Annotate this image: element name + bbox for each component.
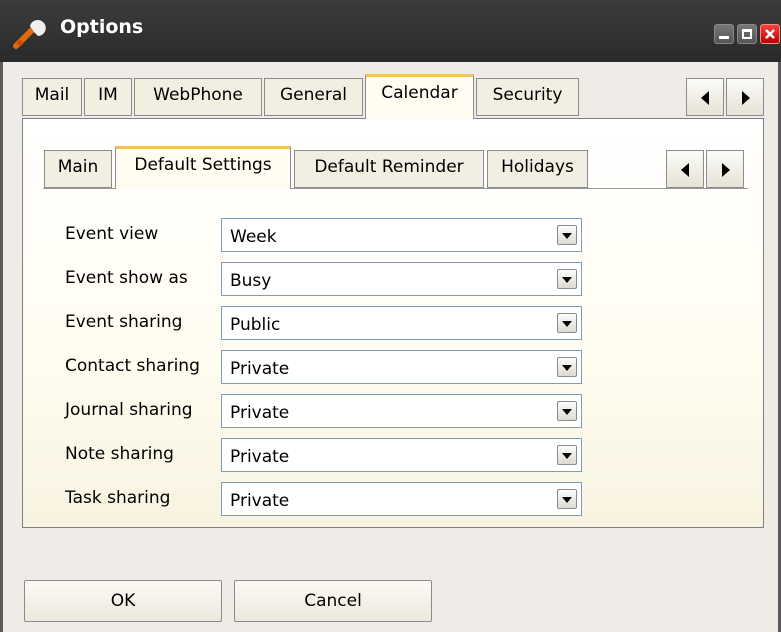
tab-label: Holidays xyxy=(501,157,574,177)
event-view-label: Event view xyxy=(65,224,159,244)
select-value: Public xyxy=(230,315,281,335)
cancel-button[interactable]: Cancel xyxy=(234,580,432,622)
event-view-select[interactable]: Week xyxy=(221,218,582,252)
tabs-scroll-right-button[interactable] xyxy=(726,78,764,116)
tab-label: Calendar xyxy=(381,83,458,103)
tab-calendar[interactable]: Calendar xyxy=(365,74,474,119)
journal-sharing-select[interactable]: Private xyxy=(221,394,582,428)
dropdown-button[interactable] xyxy=(557,489,577,509)
select-value: Private xyxy=(230,447,290,467)
subtab-holidays[interactable]: Holidays xyxy=(487,150,588,188)
contact-sharing-select[interactable]: Private xyxy=(221,350,582,384)
tab-webphone[interactable]: WebPhone xyxy=(134,78,262,116)
tab-security[interactable]: Security xyxy=(476,78,579,116)
tab-label: IM xyxy=(98,85,118,105)
arrow-right-icon xyxy=(722,163,730,177)
subtab-default-settings[interactable]: Default Settings xyxy=(115,146,291,189)
tab-mail[interactable]: Mail xyxy=(22,78,82,116)
subtabs-scroll-left-button[interactable] xyxy=(666,150,704,188)
dropdown-button[interactable] xyxy=(557,401,577,421)
tab-label: Main xyxy=(57,157,99,177)
chevron-down-icon xyxy=(562,409,572,415)
note-sharing-label: Note sharing xyxy=(65,444,174,464)
journal-sharing-label: Journal sharing xyxy=(65,400,193,420)
subtabs-scroll-right-button[interactable] xyxy=(706,150,744,188)
chevron-down-icon xyxy=(562,233,572,239)
dropdown-button[interactable] xyxy=(557,225,577,245)
close-icon xyxy=(765,29,775,39)
tab-label: Security xyxy=(492,85,563,105)
tab-label: Default Reminder xyxy=(314,157,464,177)
arrow-right-icon xyxy=(742,91,750,105)
window-title: Options xyxy=(60,16,144,38)
arrow-left-icon xyxy=(701,91,709,105)
tab-label: Default Settings xyxy=(134,155,272,175)
minimize-button[interactable] xyxy=(714,24,734,44)
subtab-main[interactable]: Main xyxy=(44,150,112,188)
task-sharing-select[interactable]: Private xyxy=(221,482,582,516)
chevron-down-icon xyxy=(562,365,572,371)
tabs-scroll-left-button[interactable] xyxy=(686,78,724,116)
dropdown-button[interactable] xyxy=(557,445,577,465)
chevron-down-icon xyxy=(562,321,572,327)
ok-button[interactable]: OK xyxy=(24,580,222,622)
chevron-down-icon xyxy=(562,497,572,503)
close-button[interactable] xyxy=(760,24,780,44)
minimize-icon xyxy=(719,36,729,39)
maximize-button[interactable] xyxy=(737,24,757,44)
dropdown-button[interactable] xyxy=(557,269,577,289)
arrow-left-icon xyxy=(681,163,689,177)
tab-im[interactable]: IM xyxy=(84,78,132,116)
chevron-down-icon xyxy=(562,453,572,459)
task-sharing-label: Task sharing xyxy=(65,488,171,508)
contact-sharing-label: Contact sharing xyxy=(65,356,200,376)
select-value: Private xyxy=(230,359,290,379)
maximize-icon xyxy=(742,29,752,39)
dropdown-button[interactable] xyxy=(557,357,577,377)
event-show-as-label: Event show as xyxy=(65,268,188,288)
note-sharing-select[interactable]: Private xyxy=(221,438,582,472)
title-bar[interactable]: Options xyxy=(0,0,781,62)
event-sharing-label: Event sharing xyxy=(65,312,183,332)
dropdown-button[interactable] xyxy=(557,313,577,333)
select-value: Busy xyxy=(230,271,272,291)
tab-general[interactable]: General xyxy=(264,78,363,116)
event-show-as-select[interactable]: Busy xyxy=(221,262,582,296)
chevron-down-icon xyxy=(562,277,572,283)
subtab-default-reminder[interactable]: Default Reminder xyxy=(294,150,484,188)
select-value: Private xyxy=(230,403,290,423)
event-sharing-select[interactable]: Public xyxy=(221,306,582,340)
tab-label: General xyxy=(280,85,347,105)
tab-label: WebPhone xyxy=(153,85,243,105)
wrench-icon xyxy=(13,20,46,49)
tab-label: Mail xyxy=(34,85,70,105)
select-value: Private xyxy=(230,491,290,511)
select-value: Week xyxy=(230,227,277,247)
